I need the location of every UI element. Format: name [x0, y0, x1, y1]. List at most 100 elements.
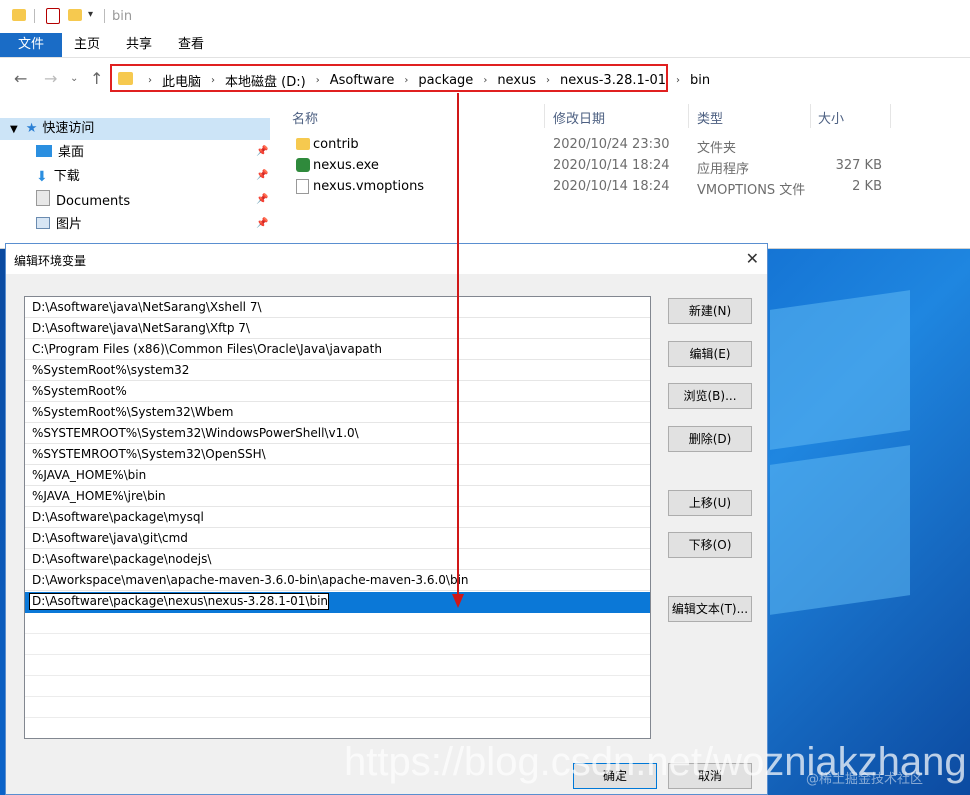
column-divider[interactable]	[688, 104, 689, 128]
tab-file[interactable]: 文件	[0, 33, 62, 57]
breadcrumb-drive-d[interactable]: 本地磁盘 (D:)	[225, 71, 306, 90]
back-arrow-icon[interactable]: ←	[14, 69, 27, 88]
path-list-item[interactable]: %SystemRoot%\system32	[25, 360, 650, 381]
pin-icon[interactable]: 📌	[256, 170, 268, 181]
nav-item-label: 下载	[53, 169, 80, 184]
path-list-item[interactable]: %JAVA_HOME%\bin	[25, 465, 650, 486]
path-list-item[interactable]: D:\Asoftware\java\git\cmd	[25, 528, 650, 549]
toolbar-divider	[34, 9, 35, 23]
nav-quick-access-label: 快速访问	[42, 121, 95, 136]
path-list-item[interactable]: D:\Aworkspace\maven\apache-maven-3.6.0-b…	[25, 570, 650, 591]
windows-logo-pane	[770, 445, 910, 615]
browse-button[interactable]: 浏览(B)...	[668, 383, 752, 409]
file-name: nexus.exe	[313, 158, 379, 173]
nav-item-desktop[interactable]: 桌面	[36, 142, 84, 164]
pin-icon[interactable]: 📌	[256, 194, 268, 205]
path-edit-input[interactable]: D:\Asoftware\package\nexus\nexus-3.28.1-…	[29, 593, 329, 610]
file-row-nexus-exe[interactable]: nexus.exe 2020/10/14 18:24 应用程序 327 KB	[288, 156, 928, 177]
documents-icon	[36, 190, 50, 206]
navigation-pane: ▼ ★ 快速访问 桌面 📌 ⬇ 下载 📌 Documents 📌 图片 📌	[0, 96, 272, 248]
empty-list-row	[25, 718, 650, 738]
pictures-icon	[36, 217, 50, 229]
path-list-item[interactable]: %SYSTEMROOT%\System32\WindowsPowerShell\…	[25, 423, 650, 444]
file-name: nexus.vmoptions	[313, 179, 425, 194]
nav-item-pictures[interactable]: 图片	[36, 214, 82, 236]
close-icon[interactable]: ✕	[746, 249, 759, 268]
column-divider[interactable]	[890, 104, 891, 128]
breadcrumb-separator-icon: ›	[148, 75, 152, 86]
chevron-down-icon[interactable]: ▾	[88, 9, 93, 20]
nav-item-label: 图片	[56, 217, 83, 232]
file-name: contrib	[313, 137, 359, 152]
nav-item-downloads[interactable]: ⬇ 下载	[36, 166, 80, 188]
up-arrow-icon[interactable]: ↑	[90, 69, 103, 88]
path-list-item[interactable]: D:\Asoftware\java\NetSarang\Xftp 7\	[25, 318, 650, 339]
tab-home[interactable]: 主页	[62, 33, 112, 57]
app-icon	[296, 158, 310, 172]
dialog-title: 编辑环境变量	[14, 254, 87, 268]
edit-text-button[interactable]: 编辑文本(T)...	[668, 596, 752, 622]
ribbon-tabs: 文件 主页 共享 查看	[0, 33, 970, 58]
file-size: 2 KB	[852, 179, 882, 194]
move-down-button[interactable]: 下移(O)	[668, 532, 752, 558]
desktop-icon	[36, 145, 52, 157]
breadcrumb-bin[interactable]: bin	[690, 73, 710, 88]
empty-list-row	[25, 634, 650, 655]
pin-icon[interactable]: 📌	[256, 218, 268, 229]
properties-icon[interactable]	[46, 8, 60, 24]
column-header-date[interactable]: 修改日期	[553, 108, 605, 127]
nav-item-documents[interactable]: Documents	[36, 190, 130, 212]
file-date: 2020/10/14 18:24	[553, 179, 670, 194]
column-header-type[interactable]: 类型	[697, 108, 723, 127]
path-list-item[interactable]: %SYSTEMROOT%\System32\OpenSSH\	[25, 444, 650, 465]
column-header-name[interactable]: 名称	[292, 108, 318, 127]
path-list-item[interactable]: C:\Program Files (x86)\Common Files\Orac…	[25, 339, 650, 360]
star-icon: ★	[25, 121, 38, 136]
path-list-item[interactable]: %SystemRoot%\System32\Wbem	[25, 402, 650, 423]
file-type: 应用程序	[697, 162, 750, 177]
breadcrumb-asoftware[interactable]: Asoftware	[330, 73, 395, 88]
file-row-contrib[interactable]: contrib 2020/10/24 23:30 文件夹	[288, 135, 928, 156]
path-list-item[interactable]: D:\Asoftware\java\NetSarang\Xshell 7\	[25, 297, 650, 318]
folder-icon	[118, 72, 133, 85]
move-up-button[interactable]: 上移(U)	[668, 490, 752, 516]
column-divider[interactable]	[810, 104, 811, 128]
nav-quick-access[interactable]: ▼ ★ 快速访问	[10, 118, 94, 140]
breadcrumb-separator-icon: ›	[404, 75, 409, 86]
explorer-titlebar: ▾ bin	[0, 0, 970, 32]
tab-view[interactable]: 查看	[166, 33, 216, 57]
breadcrumb-separator-icon: ›	[676, 75, 681, 86]
file-list: 名称 修改日期 类型 大小 contrib 2020/10/24 23:30 文…	[272, 96, 970, 248]
column-divider[interactable]	[544, 104, 545, 128]
file-size: 327 KB	[835, 158, 882, 173]
forward-arrow-icon[interactable]: →	[44, 69, 57, 88]
address-bar[interactable]: › 此电脑 › 本地磁盘 (D:) › Asoftware › package …	[110, 64, 710, 92]
breadcrumb-package[interactable]: package	[418, 73, 473, 88]
tab-share[interactable]: 共享	[114, 33, 164, 57]
folder-icon	[296, 138, 310, 150]
pin-icon[interactable]: 📌	[256, 146, 268, 157]
path-list-item[interactable]: D:\Asoftware\package\nodejs\	[25, 549, 650, 570]
edit-button[interactable]: 编辑(E)	[668, 341, 752, 367]
path-list-item[interactable]: %SystemRoot%	[25, 381, 650, 402]
column-header-size[interactable]: 大小	[818, 108, 844, 127]
delete-button[interactable]: 删除(D)	[668, 426, 752, 452]
empty-list-row	[25, 676, 650, 697]
path-list-item-selected[interactable]: D:\Asoftware\package\nexus\nexus-3.28.1-…	[25, 592, 650, 613]
breadcrumb-nexus-version[interactable]: nexus-3.28.1-01	[560, 73, 666, 88]
file-date: 2020/10/14 18:24	[553, 158, 670, 173]
file-type: VMOPTIONS 文件	[697, 183, 806, 198]
empty-list-row	[25, 613, 650, 634]
path-list-item[interactable]: D:\Asoftware\package\mysql	[25, 507, 650, 528]
path-list[interactable]: D:\Asoftware\java\NetSarang\Xshell 7\ D:…	[24, 296, 651, 739]
new-folder-icon[interactable]	[68, 9, 82, 21]
recent-chevron-icon[interactable]: ⌄	[70, 73, 78, 84]
file-row-nexus-vmoptions[interactable]: nexus.vmoptions 2020/10/14 18:24 VMOPTIO…	[288, 177, 928, 198]
new-button[interactable]: 新建(N)	[668, 298, 752, 324]
empty-list-row	[25, 697, 650, 718]
breadcrumb-nexus[interactable]: nexus	[497, 73, 536, 88]
file-icon	[296, 179, 309, 194]
breadcrumb-this-pc[interactable]: 此电脑	[162, 71, 201, 90]
path-list-item[interactable]: %JAVA_HOME%\jre\bin	[25, 486, 650, 507]
breadcrumb-separator-icon: ›	[546, 75, 551, 86]
